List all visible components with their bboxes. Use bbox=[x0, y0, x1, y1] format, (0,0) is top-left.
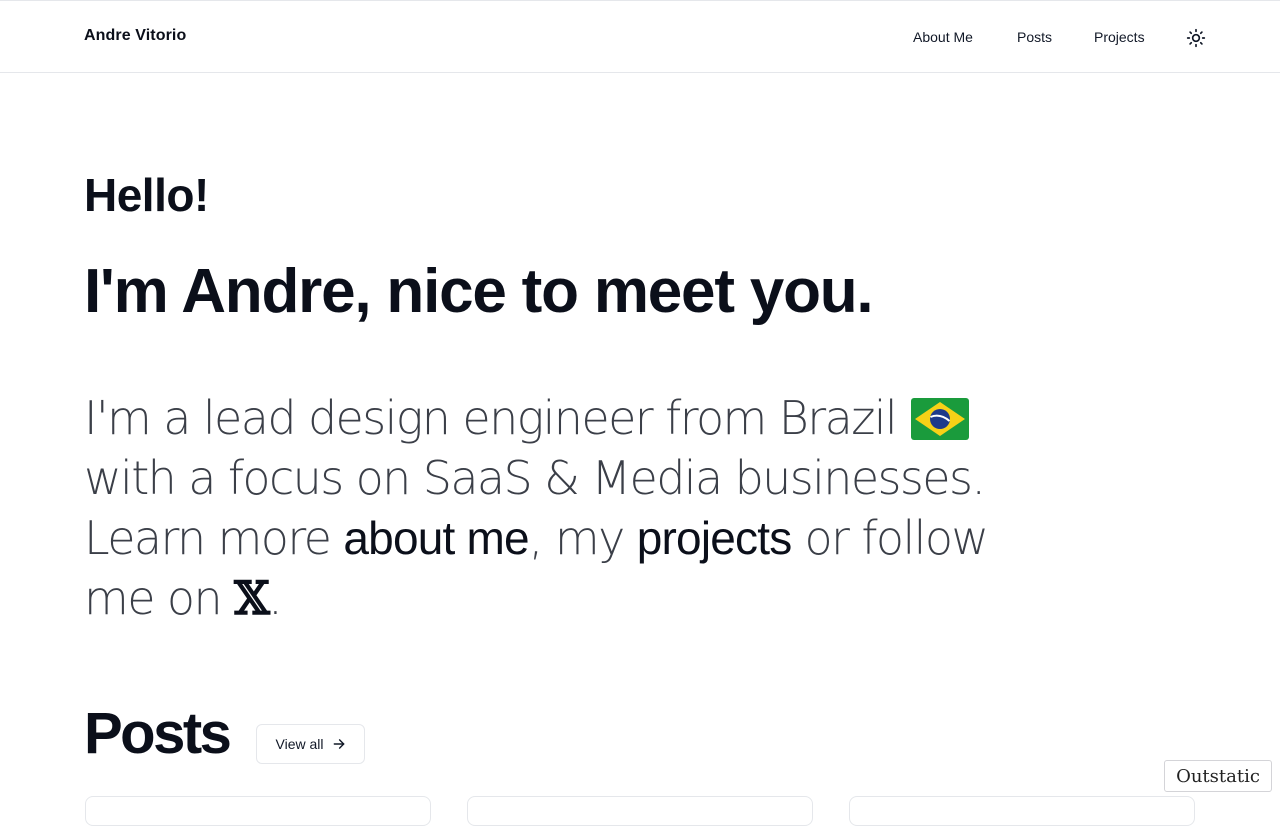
bio-word-my: my bbox=[554, 511, 625, 565]
bio-text-1: I'm a lead design engineer from Brazil bbox=[84, 391, 898, 445]
brazil-flag-icon bbox=[911, 398, 970, 440]
x-profile-link[interactable]: 𝕏 bbox=[234, 571, 270, 625]
posts-section-title: Posts bbox=[84, 701, 232, 766]
main-nav: About Me Posts Projects bbox=[0, 29, 1280, 49]
site-header: Andre Vitorio About Me Posts Projects bbox=[0, 0, 1280, 73]
about-me-link[interactable]: about me bbox=[343, 512, 529, 564]
outstatic-badge[interactable]: Outstatic bbox=[1164, 760, 1272, 792]
nav-posts[interactable]: Posts bbox=[1017, 29, 1052, 45]
bio-end: . bbox=[268, 571, 283, 625]
nav-about-me[interactable]: About Me bbox=[913, 29, 973, 45]
hero-bio: I'm a lead design engineer from Brazil w… bbox=[84, 388, 1064, 628]
projects-link[interactable]: projects bbox=[637, 512, 792, 564]
hero-intro: I'm Andre, nice to meet you. bbox=[84, 257, 874, 326]
arrow-right-icon bbox=[333, 739, 344, 749]
theme-toggle-button[interactable] bbox=[1184, 26, 1208, 50]
view-all-label: View all bbox=[275, 736, 324, 752]
view-all-posts-button[interactable]: View all bbox=[256, 724, 365, 764]
post-card[interactable] bbox=[467, 796, 813, 826]
post-card[interactable] bbox=[85, 796, 431, 826]
hero-greeting: Hello! bbox=[84, 169, 209, 221]
sun-icon bbox=[1186, 28, 1206, 48]
bio-sep: , bbox=[528, 511, 544, 565]
post-card[interactable] bbox=[849, 796, 1195, 826]
nav-projects[interactable]: Projects bbox=[1094, 29, 1145, 45]
